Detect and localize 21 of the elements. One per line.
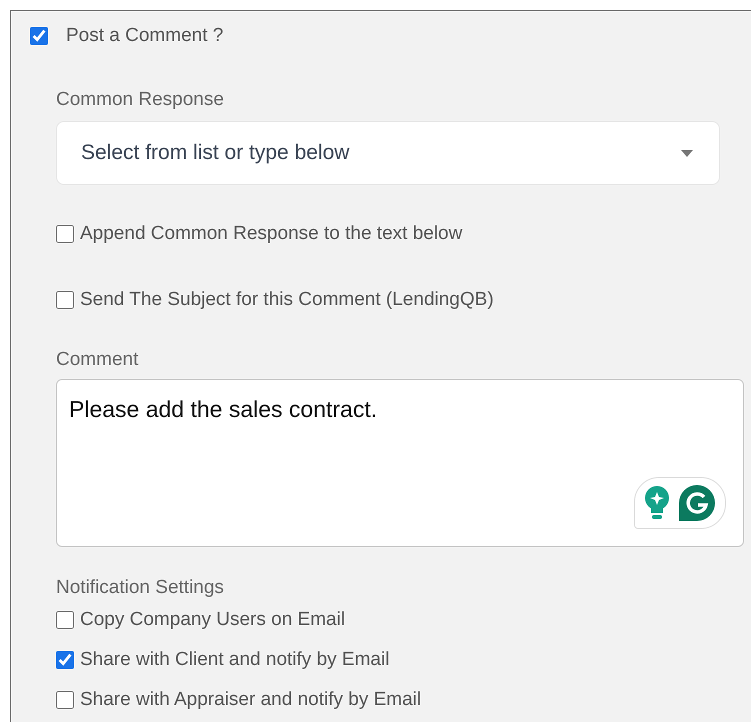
checkbox-label: Share with Appraiser and notify by Email (80, 689, 422, 711)
lightbulb-icon (644, 486, 670, 520)
field-label: Common Response (56, 89, 225, 111)
checkbox-label: Share with Client and notify by Email (80, 649, 390, 671)
notification-checkbox[interactable] (56, 611, 74, 629)
comment-field[interactable]: Please add the sales contract. (56, 379, 744, 547)
checkbox-label: Post a Comment ? (66, 25, 224, 47)
checkbox-label: Send The Subject for this Comment (LendingQB) (80, 289, 494, 311)
section-label: Notification Settings (56, 577, 225, 599)
option-checkbox[interactable] (56, 225, 74, 243)
grammar-assistant-icon (678, 484, 716, 522)
assistant-widget[interactable] (634, 477, 726, 529)
notification-checkbox[interactable] (56, 691, 74, 709)
option-checkbox[interactable] (56, 291, 74, 309)
post-comment-checkbox[interactable] (30, 27, 48, 45)
notification-checkbox[interactable] (56, 651, 74, 669)
caret-icon (681, 150, 693, 156)
common-response-dropdown[interactable]: Select from list or type below (56, 121, 720, 185)
checkbox-label: Copy Company Users on Email (80, 609, 346, 631)
checkbox-label: Append Common Response to the text below (80, 223, 462, 245)
field-label: Comment (56, 349, 140, 371)
